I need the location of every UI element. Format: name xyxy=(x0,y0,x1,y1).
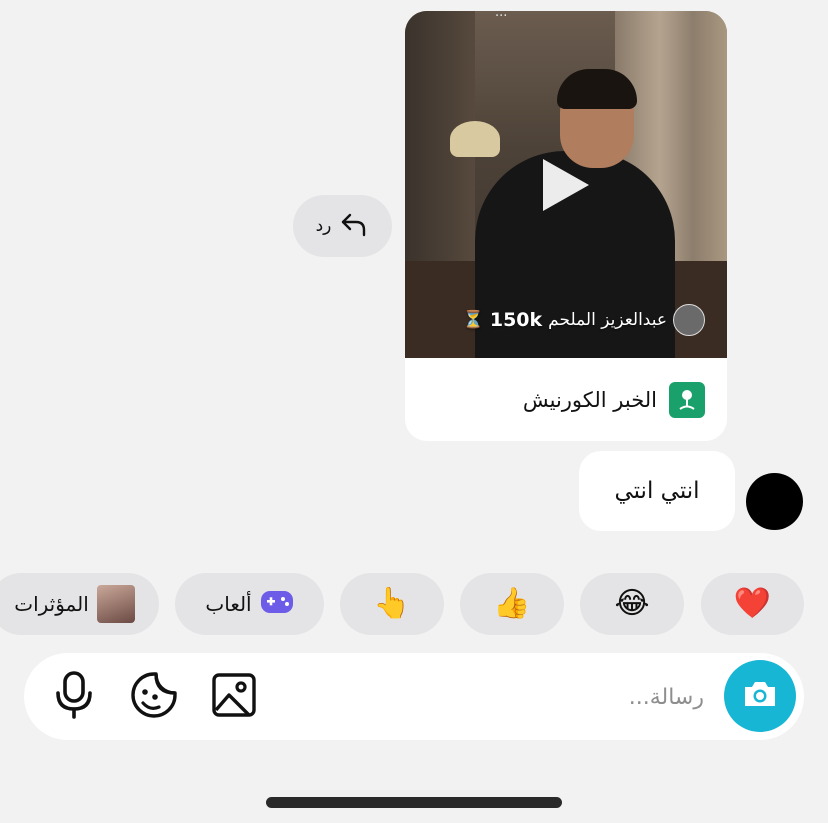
reply-arrow-icon xyxy=(339,209,369,243)
heart-emoji: ❤️ xyxy=(733,586,772,621)
sticker-icon xyxy=(130,671,178,723)
gamepad-icon xyxy=(260,589,294,620)
message-text: انتي انتي xyxy=(614,478,700,504)
location-name: الخبر الكورنيش xyxy=(522,387,657,412)
home-indicator[interactable] xyxy=(266,797,562,808)
video-meta: عبدالعزيز الملحم 150k ⏳ xyxy=(463,304,705,336)
reply-label: رد xyxy=(315,216,332,236)
author-name: عبدالعزيز الملحم xyxy=(548,310,667,330)
reaction-thumbs-up-button[interactable]: 👍 xyxy=(460,573,564,635)
camera-button[interactable] xyxy=(724,660,796,732)
reaction-pointing-button[interactable]: 👆 xyxy=(340,573,444,635)
camera-icon xyxy=(742,679,778,713)
games-label: ألعاب xyxy=(205,592,252,616)
compose-bar xyxy=(24,653,804,740)
message-bubble[interactable]: انتي انتي xyxy=(579,451,735,531)
video-thumbnail[interactable]: ... عبدالعزيز الملحم 150k ⏳ xyxy=(405,11,727,358)
message-input[interactable] xyxy=(262,674,706,720)
sender-avatar[interactable] xyxy=(746,473,803,530)
author-avatar xyxy=(673,304,705,336)
gallery-button[interactable] xyxy=(209,672,259,722)
hourglass-icon: ⏳ xyxy=(462,310,484,330)
games-button[interactable]: ألعاب xyxy=(175,573,324,635)
effects-thumbnail xyxy=(96,585,135,623)
reply-button[interactable]: رد xyxy=(293,195,392,257)
shared-video-card[interactable]: ... عبدالعزيز الملحم 150k ⏳ الخبر الكورن… xyxy=(405,11,727,441)
reaction-heart-button[interactable]: ❤️ xyxy=(701,573,804,635)
play-icon[interactable] xyxy=(543,159,589,211)
pointing-hand-emoji: 👆 xyxy=(373,586,411,621)
location-pin-icon xyxy=(669,381,705,418)
lamp-decor xyxy=(450,121,500,157)
voice-button[interactable] xyxy=(49,671,99,723)
sticker-button[interactable] xyxy=(129,672,179,722)
effects-button[interactable]: المؤثرات xyxy=(0,573,159,635)
location-row[interactable]: الخبر الكورنيش xyxy=(405,358,727,441)
effects-label: المؤثرات xyxy=(14,592,89,616)
image-icon xyxy=(211,672,257,722)
thumbs-up-emoji: 👍 xyxy=(493,586,531,621)
video-top-caption: ... xyxy=(495,11,508,20)
microphone-icon xyxy=(54,671,94,723)
reaction-laughing-button[interactable]: 😂 xyxy=(580,573,684,635)
laughing-emoji: 😂 xyxy=(614,586,650,621)
view-count: 150k xyxy=(489,309,543,331)
